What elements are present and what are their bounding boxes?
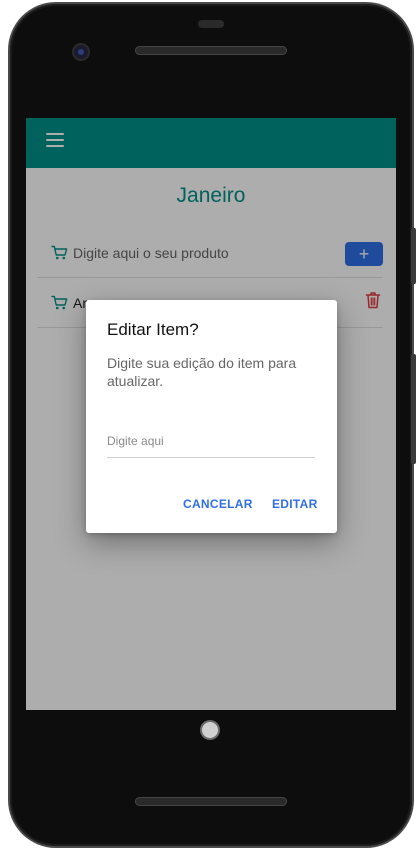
power-button [411, 228, 416, 284]
edit-item-dialog: Editar Item? Digite sua edição do item p… [86, 300, 337, 533]
edit-button[interactable]: EDITAR [272, 497, 318, 511]
edit-item-input[interactable] [107, 425, 315, 458]
earpiece-speaker [135, 46, 287, 55]
volume-button [411, 354, 416, 464]
camera-icon [74, 45, 88, 59]
dialog-message: Digite sua edição do item para atualizar… [107, 355, 297, 389]
app-screen: Janeiro Digite aqui o seu produto + Ar E… [26, 118, 396, 710]
home-button[interactable] [202, 722, 218, 738]
dialog-title: Editar Item? [107, 320, 199, 339]
cancel-button[interactable]: CANCELAR [183, 497, 253, 511]
bottom-speaker [135, 797, 287, 806]
phone-frame: Janeiro Digite aqui o seu produto + Ar E… [10, 4, 416, 846]
top-slot [198, 20, 224, 28]
